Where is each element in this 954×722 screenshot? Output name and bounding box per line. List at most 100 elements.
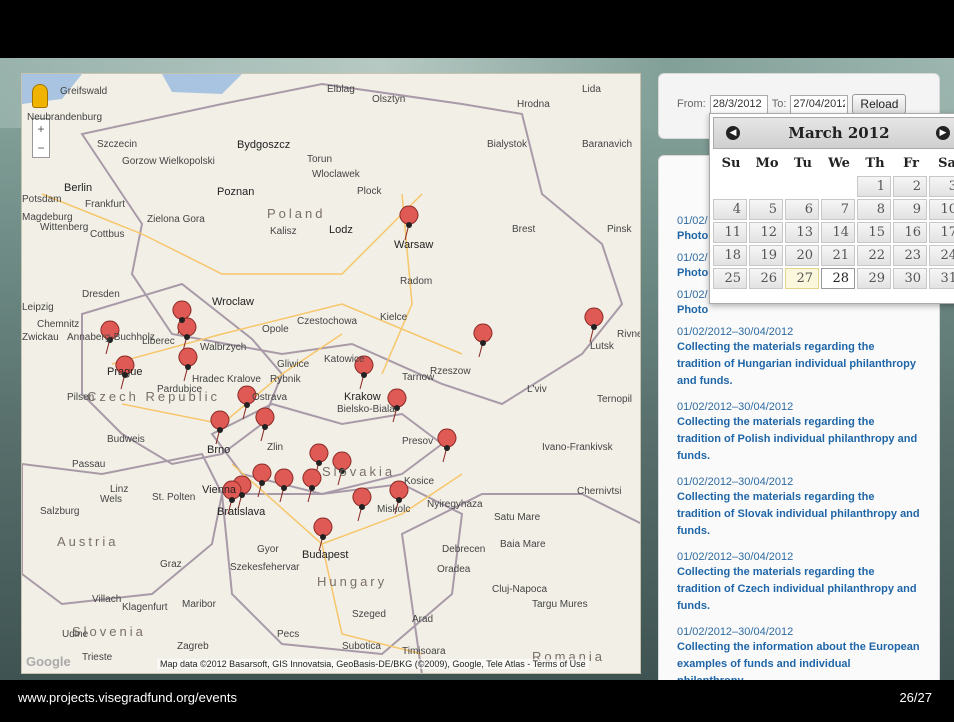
- datepicker-month-title: March 2012: [788, 124, 890, 142]
- city-label: Satu Mare: [494, 512, 541, 523]
- reload-button[interactable]: Reload: [852, 94, 907, 114]
- event-item[interactable]: 01/02/2012–30/04/2012 Collecting the inf…: [659, 625, 939, 680]
- weekday-label: Fr: [903, 155, 919, 171]
- city-label: Miskolc: [377, 504, 411, 515]
- datepicker-day[interactable]: 6: [785, 199, 819, 220]
- city-label: Potsdam: [22, 194, 62, 205]
- city-label: Dresden: [82, 289, 120, 300]
- event-title[interactable]: Collecting the materials regarding the t…: [677, 564, 921, 615]
- street-view-pegman-icon[interactable]: [32, 84, 48, 108]
- datepicker-day[interactable]: 21: [821, 245, 855, 266]
- city-label: Lodz: [329, 224, 353, 236]
- footer-url: www.projects.visegradfund.org/events: [18, 690, 237, 705]
- datepicker-day[interactable]: 29: [857, 268, 891, 289]
- datepicker-day[interactable]: 3: [929, 176, 954, 197]
- events-map[interactable]: + − Poland Czech Republic Slovakia Austr…: [21, 73, 641, 674]
- datepicker-day[interactable]: 4: [713, 199, 747, 220]
- city-label: Greifswald: [60, 86, 108, 97]
- datepicker-day[interactable]: 2: [893, 176, 927, 197]
- city-label: Neubrandenburg: [27, 112, 103, 123]
- city-label: Olsztyn: [372, 94, 406, 105]
- city-label: Elblag: [327, 84, 355, 95]
- city-label: Timisoara: [402, 646, 446, 657]
- zoom-out-icon[interactable]: −: [37, 141, 44, 155]
- city-label: Chernivtsi: [577, 486, 622, 497]
- next-month-icon[interactable]: ▶: [936, 126, 950, 140]
- datepicker-day[interactable]: 13: [785, 222, 819, 243]
- from-label: From:: [677, 98, 706, 110]
- datepicker-day[interactable]: 5: [749, 199, 783, 220]
- datepicker-day[interactable]: 25: [713, 268, 747, 289]
- city-label: Targu Mures: [532, 599, 588, 610]
- datepicker-day[interactable]: 11: [713, 222, 747, 243]
- datepicker-day[interactable]: 10: [929, 199, 954, 220]
- city-label: Passau: [72, 459, 106, 470]
- datepicker-day[interactable]: 26: [749, 268, 783, 289]
- event-date: 01/02/2012–30/04/2012: [677, 326, 794, 338]
- datepicker-header: ◀ March 2012 ▶: [713, 117, 954, 149]
- city-label: Prague: [107, 366, 143, 378]
- city-label: Maribor: [182, 599, 216, 610]
- city-label: Cluj-Napoca: [492, 584, 548, 595]
- datepicker-day[interactable]: 30: [893, 268, 927, 289]
- from-date-input[interactable]: [709, 94, 768, 114]
- datepicker-day[interactable]: 14: [821, 222, 855, 243]
- event-item[interactable]: 01/02/2012–30/04/2012 Collecting the mat…: [659, 550, 939, 615]
- city-label: Arad: [412, 614, 434, 625]
- event-item[interactable]: 01/02/2012–30/04/2012 Collecting the mat…: [659, 325, 939, 390]
- city-label: Berlin: [64, 182, 93, 194]
- city-label: Vienna: [202, 484, 237, 496]
- to-date-input[interactable]: [790, 94, 849, 114]
- slide-page-number: 26/27: [899, 690, 932, 705]
- city-label: Annaberg-Buchholz: [67, 332, 155, 343]
- city-label: Ivano-Frankivsk: [542, 442, 613, 453]
- datepicker-day[interactable]: 12: [749, 222, 783, 243]
- datepicker-day[interactable]: 8: [857, 199, 891, 220]
- city-label: Szekesfehervar: [230, 562, 300, 573]
- event-title[interactable]: Photo: [677, 302, 921, 319]
- datepicker-empty-cell: [785, 176, 819, 197]
- zoom-in-icon[interactable]: +: [37, 122, 44, 136]
- map-attribution[interactable]: Map data ©2012 Basarsoft, GIS Innovatsia…: [157, 659, 589, 669]
- event-title[interactable]: Collecting the materials regarding the t…: [677, 414, 921, 465]
- datepicker-day[interactable]: 31: [929, 268, 954, 289]
- city-label: Lida: [582, 84, 601, 95]
- city-label: Wittenberg: [40, 222, 89, 233]
- event-title[interactable]: Collecting the information about the Eur…: [677, 639, 921, 680]
- city-label: Tarnow: [402, 372, 435, 383]
- datepicker-day[interactable]: 24: [929, 245, 954, 266]
- datepicker-day[interactable]: 23: [893, 245, 927, 266]
- datepicker-day[interactable]: 28: [821, 268, 855, 289]
- datepicker-day[interactable]: 9: [893, 199, 927, 220]
- city-label: Kalisz: [270, 226, 297, 237]
- datepicker-day[interactable]: 19: [749, 245, 783, 266]
- datepicker-day[interactable]: 27: [785, 268, 819, 289]
- city-label: Plock: [357, 186, 382, 197]
- zoom-control[interactable]: + −: [32, 118, 50, 158]
- event-date: 01/02/2012–30/04/2012: [677, 626, 794, 638]
- event-title[interactable]: Collecting the materials regarding the t…: [677, 339, 921, 390]
- city-label: Wloclawek: [312, 169, 360, 180]
- datepicker-day[interactable]: 17: [929, 222, 954, 243]
- datepicker-day[interactable]: 16: [893, 222, 927, 243]
- event-title[interactable]: Collecting the materials regarding the t…: [677, 489, 921, 540]
- city-label: Baranavich: [582, 139, 633, 150]
- country-label: Poland: [267, 206, 326, 221]
- event-item[interactable]: 01/02/2012–30/04/2012 Collecting the mat…: [659, 400, 939, 465]
- weekday-label: Mo: [755, 155, 779, 171]
- city-label: Trieste: [82, 652, 113, 663]
- city-label: Klagenfurt: [122, 602, 168, 613]
- city-label: Pilsen: [67, 392, 95, 403]
- datepicker-day[interactable]: 22: [857, 245, 891, 266]
- weekday-label: Tu: [794, 155, 812, 171]
- weekday-label: Su: [721, 155, 741, 171]
- datepicker-day[interactable]: 20: [785, 245, 819, 266]
- datepicker-day[interactable]: 7: [821, 199, 855, 220]
- prev-month-icon[interactable]: ◀: [726, 126, 740, 140]
- datepicker-day[interactable]: 18: [713, 245, 747, 266]
- datepicker-day[interactable]: 1: [857, 176, 891, 197]
- city-label: Ternopil: [597, 394, 633, 405]
- event-item[interactable]: 01/02/2012–30/04/2012 Collecting the mat…: [659, 475, 939, 540]
- to-label: To:: [771, 98, 787, 110]
- datepicker-day[interactable]: 15: [857, 222, 891, 243]
